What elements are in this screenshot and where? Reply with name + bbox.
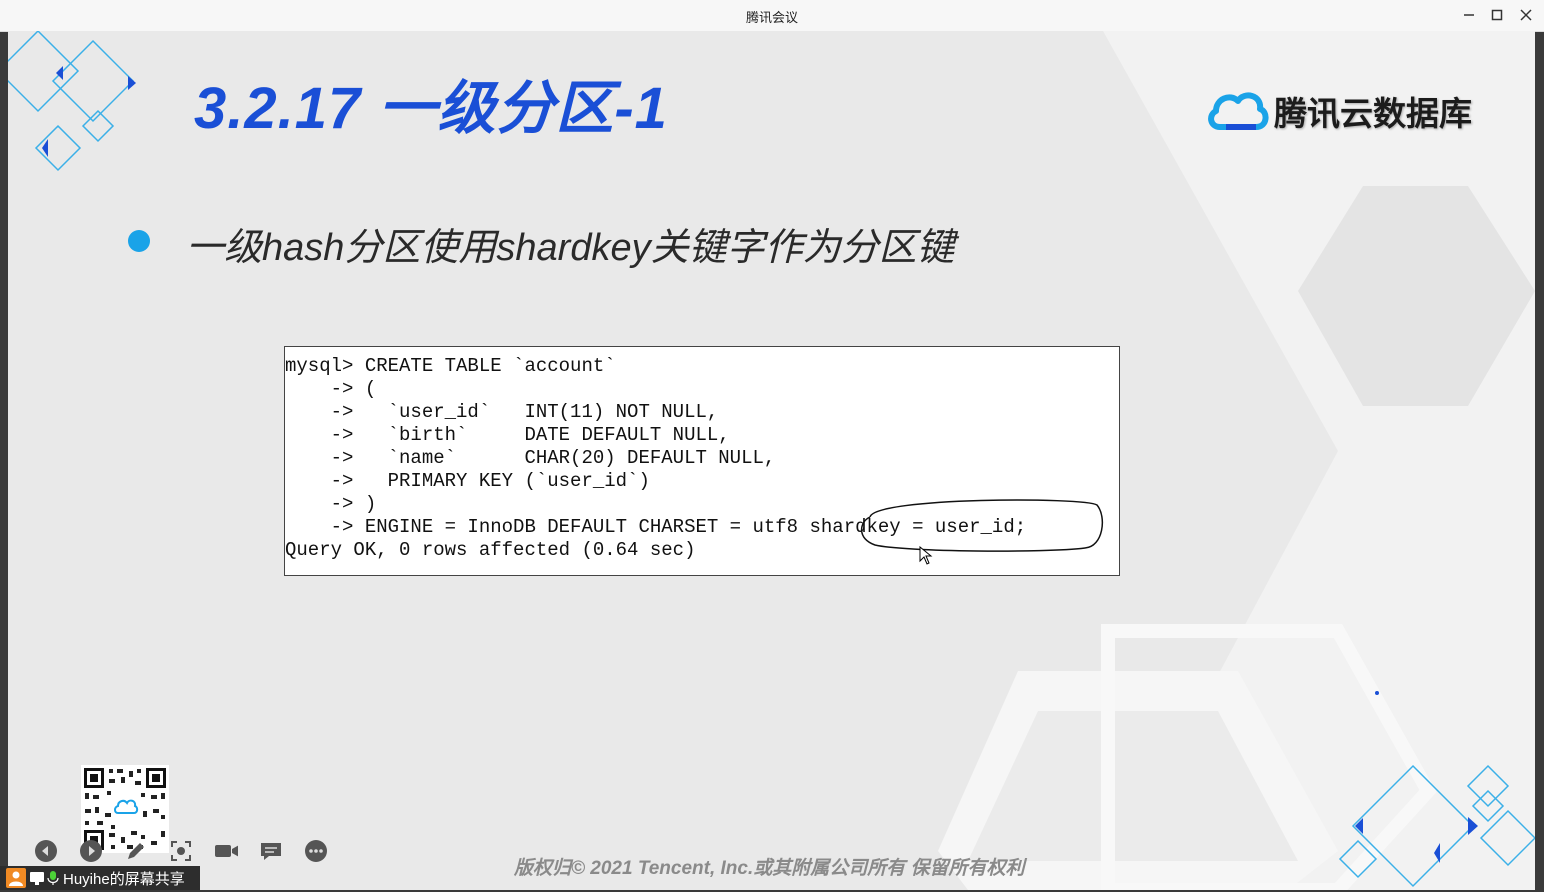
bullet-text: 一级hash分区使用shardkey关键字作为分区键 xyxy=(186,227,955,269)
window-titlebar: 腾讯会议 xyxy=(0,0,1544,32)
minimize-icon[interactable] xyxy=(1456,4,1482,26)
copyright-footer: 版权归© 2021 Tencent, Inc.或其附属公司所有 保留所有权利 xyxy=(514,858,1025,879)
screenshot-icon[interactable] xyxy=(169,839,193,863)
microphone-icon xyxy=(47,871,59,885)
more-icon[interactable] xyxy=(304,839,328,863)
logo-text: 腾讯云数据库 xyxy=(1274,95,1472,132)
chat-icon[interactable] xyxy=(259,839,283,863)
decorative-dot xyxy=(1375,691,1379,695)
slide-title: 3.2.17 一级分区-1 xyxy=(194,76,668,141)
prev-icon[interactable] xyxy=(34,839,58,863)
hand-drawn-circle-annotation xyxy=(860,499,1104,552)
maximize-icon[interactable] xyxy=(1484,4,1510,26)
close-icon[interactable] xyxy=(1513,4,1539,26)
shared-slide: 3.2.17 一级分区-1 腾讯云数据库 一级hash分区使用shardkey关… xyxy=(8,31,1535,890)
camera-icon[interactable] xyxy=(214,839,238,863)
bullet-dot xyxy=(128,230,150,252)
screen-share-icon xyxy=(30,872,44,885)
cloud-icon xyxy=(1208,92,1269,130)
pen-icon[interactable] xyxy=(124,839,148,863)
mouse-cursor-icon xyxy=(919,546,933,565)
window-title: 腾讯会议 xyxy=(745,10,798,25)
code-screenshot: mysql> CREATE TABLE `account` -> ( -> `u… xyxy=(284,346,1120,576)
next-icon[interactable] xyxy=(79,839,103,863)
screen-share-indicator[interactable]: Huyihe的屏幕共享 xyxy=(0,866,200,890)
user-avatar-icon xyxy=(6,868,26,888)
share-label: Huyihe的屏幕共享 xyxy=(63,870,185,888)
tencent-cloud-db-logo: 腾讯云数据库 xyxy=(1206,83,1476,139)
